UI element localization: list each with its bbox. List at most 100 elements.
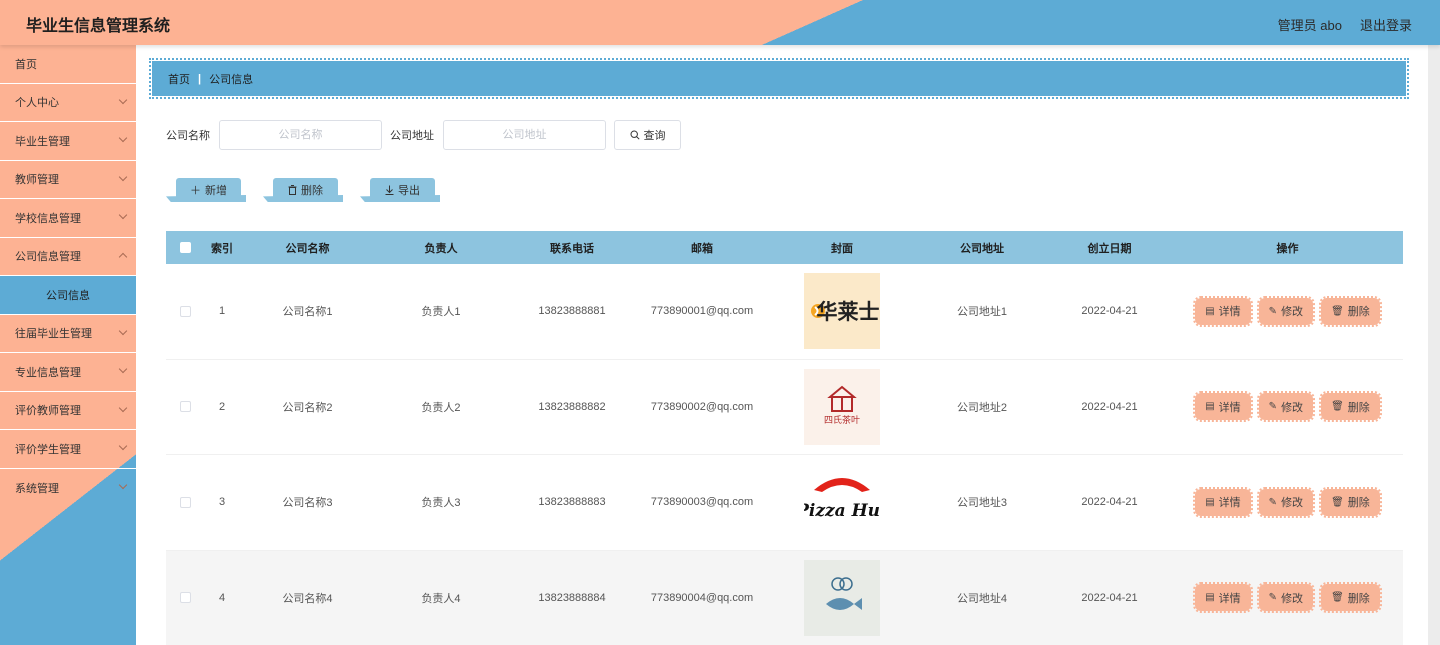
sidebar-item-label: 公司信息 [46, 289, 90, 302]
table-row: 1 公司名称1 负责人1 13823888881 773890001@qq.co… [166, 264, 1403, 360]
address-cell: 公司地址1 [956, 306, 1008, 319]
detail-button[interactable]: ▤ 详情 [1193, 486, 1253, 518]
document-icon: ▤ [1205, 401, 1215, 413]
breadcrumb: 首页 | 公司信息 [149, 58, 1409, 99]
sidebar-subitem-company-info[interactable]: 公司信息 [0, 276, 136, 315]
sidebar-item-schools[interactable]: 学校信息管理 [0, 199, 136, 238]
index-cell: 1 [218, 305, 226, 318]
wallace-logo: 华莱士 [811, 300, 880, 324]
select-all-checkbox[interactable] [179, 242, 191, 253]
owner-cell: 负责人4 [421, 592, 461, 605]
email-cell: 773890004@qq.com [650, 591, 754, 604]
date-cell: 2022-04-21 [1081, 305, 1138, 318]
detail-button[interactable]: ▤ 详情 [1193, 582, 1253, 614]
company-table: 索引 公司名称 负责人 联系电话 邮箱 封面 公司地址 创立日期 操作 1 公司… [166, 231, 1403, 645]
delete-button[interactable]: 🗑 删除 [1319, 582, 1382, 614]
operations-cell: ▤ 详情 ✎ 修改 🗑 删除 [1172, 486, 1403, 518]
trash-icon: 🗑 [1331, 305, 1344, 317]
sidebar-item-system[interactable]: 系统管理 [0, 469, 136, 508]
company-name-cell: 公司名称1 [282, 306, 333, 319]
sidebar-item-label: 公司信息管理 [15, 251, 81, 264]
detail-button[interactable]: ▤ 详情 [1193, 391, 1253, 423]
document-icon: ▤ [1205, 305, 1215, 317]
sidebar-item-label: 专业信息管理 [15, 366, 81, 379]
row-checkbox[interactable] [179, 496, 191, 508]
edit-button-label: 修改 [1281, 306, 1304, 319]
detail-button-label: 详情 [1218, 497, 1241, 510]
chevron-down-icon [118, 210, 128, 220]
chef-fish-logo [826, 577, 862, 610]
sidebar-item-teacher-reviews[interactable]: 评价教师管理 [0, 392, 136, 430]
table-header: 索引 公司名称 负责人 联系电话 邮箱 封面 公司地址 创立日期 操作 [166, 231, 1403, 264]
trash-icon: 🗑 [1331, 592, 1344, 604]
cover-image-pizza-hut[interactable]: Pizza Hut [804, 464, 880, 541]
sidebar-item-student-reviews[interactable]: 评价学生管理 [0, 430, 136, 469]
sidebar-item-label: 教师管理 [15, 174, 59, 187]
edit-button-label: 修改 [1281, 592, 1304, 605]
edit-button[interactable]: ✎ 修改 [1256, 295, 1316, 327]
batch-delete-button[interactable]: 删除 [263, 178, 343, 203]
export-button[interactable]: 导出 [360, 178, 440, 203]
sidebar-item-personal-center[interactable]: 个人中心 [0, 84, 136, 122]
date-cell: 2022-04-21 [1081, 400, 1138, 413]
edit-button[interactable]: ✎ 修改 [1256, 486, 1316, 518]
delete-button-label: 删除 [1347, 401, 1370, 414]
current-user[interactable]: 管理员 abo [1278, 15, 1342, 34]
company-name-cell: 公司名称2 [282, 401, 333, 414]
column-header: 邮箱 [691, 242, 713, 255]
edit-icon: ✎ [1268, 401, 1278, 413]
sidebar-item-companies[interactable]: 公司信息管理 [0, 238, 136, 276]
row-checkbox[interactable] [179, 305, 191, 317]
sidebar-item-majors[interactable]: 专业信息管理 [0, 353, 136, 392]
date-cell: 2022-04-21 [1081, 496, 1138, 509]
batch-delete-button-label: 删除 [301, 185, 323, 197]
detail-button[interactable]: ▤ 详情 [1193, 295, 1253, 327]
chevron-down-icon [118, 441, 128, 451]
edit-button[interactable]: ✎ 修改 [1256, 582, 1316, 614]
chevron-down-icon [118, 95, 128, 104]
cover-cell [767, 559, 917, 636]
company-address-input[interactable] [443, 120, 606, 150]
search-button[interactable]: 查询 [614, 120, 681, 150]
edit-button-label: 修改 [1281, 401, 1304, 414]
add-button-label: 新增 [205, 185, 227, 197]
column-header: 创立日期 [1087, 242, 1132, 255]
add-button[interactable]: ＋ 新增 [166, 178, 246, 203]
edit-button[interactable]: ✎ 修改 [1256, 391, 1316, 423]
top-header: 毕业生信息管理系统 管理员 abo 退出登录 [0, 0, 1440, 45]
sidebar-item-past-graduates[interactable]: 往届毕业生管理 [0, 315, 136, 353]
search-form: 公司名称 公司地址 查询 [166, 120, 681, 150]
sidebar-item-home[interactable]: 首页 [0, 45, 136, 84]
logout-link[interactable]: 退出登录 [1360, 15, 1412, 34]
address-cell: 公司地址3 [956, 497, 1008, 510]
scrollbar-track[interactable] [1428, 45, 1440, 645]
phone-cell: 13823888884 [538, 591, 606, 604]
cover-image-chef-fish[interactable] [804, 559, 880, 636]
breadcrumb-home[interactable]: 首页 [168, 71, 190, 87]
action-bar: ＋ 新增 删除 导出 [166, 178, 440, 203]
delete-button[interactable]: 🗑 删除 [1319, 486, 1382, 518]
operations-cell: ▤ 详情 ✎ 修改 🗑 删除 [1172, 391, 1403, 423]
delete-button[interactable]: 🗑 删除 [1319, 391, 1382, 423]
plus-icon: ＋ [190, 185, 201, 197]
cover-image-tea[interactable]: 四氏茶叶 [804, 368, 880, 445]
cover-cell: 华莱士 [767, 273, 917, 350]
cover-image-wallace[interactable]: 华莱士 [804, 273, 880, 350]
delete-button[interactable]: 🗑 删除 [1319, 295, 1382, 327]
edit-icon: ✎ [1268, 592, 1278, 604]
main-content: 首页 | 公司信息 公司名称 公司地址 查询 ＋ 新增 删除 [136, 45, 1428, 645]
sidebar-item-graduates[interactable]: 毕业生管理 [0, 122, 136, 161]
chevron-down-icon [118, 172, 128, 181]
row-select-cell [166, 592, 204, 604]
row-checkbox[interactable] [179, 401, 191, 413]
index-cell: 2 [218, 400, 226, 413]
user-area: 管理员 abo 退出登录 [1278, 15, 1412, 34]
export-button-label: 导出 [398, 185, 420, 197]
sidebar-item-teachers[interactable]: 教师管理 [0, 161, 136, 199]
sidebar: 首页 个人中心 毕业生管理 教师管理 学校信息管理 公司信息管理 公司信息 往届… [0, 45, 136, 645]
trash-icon: 🗑 [1331, 401, 1344, 413]
company-name-input[interactable] [219, 120, 382, 150]
email-cell: 773890002@qq.com [650, 400, 754, 413]
row-checkbox[interactable] [179, 592, 191, 604]
breadcrumb-separator: | [198, 72, 202, 85]
